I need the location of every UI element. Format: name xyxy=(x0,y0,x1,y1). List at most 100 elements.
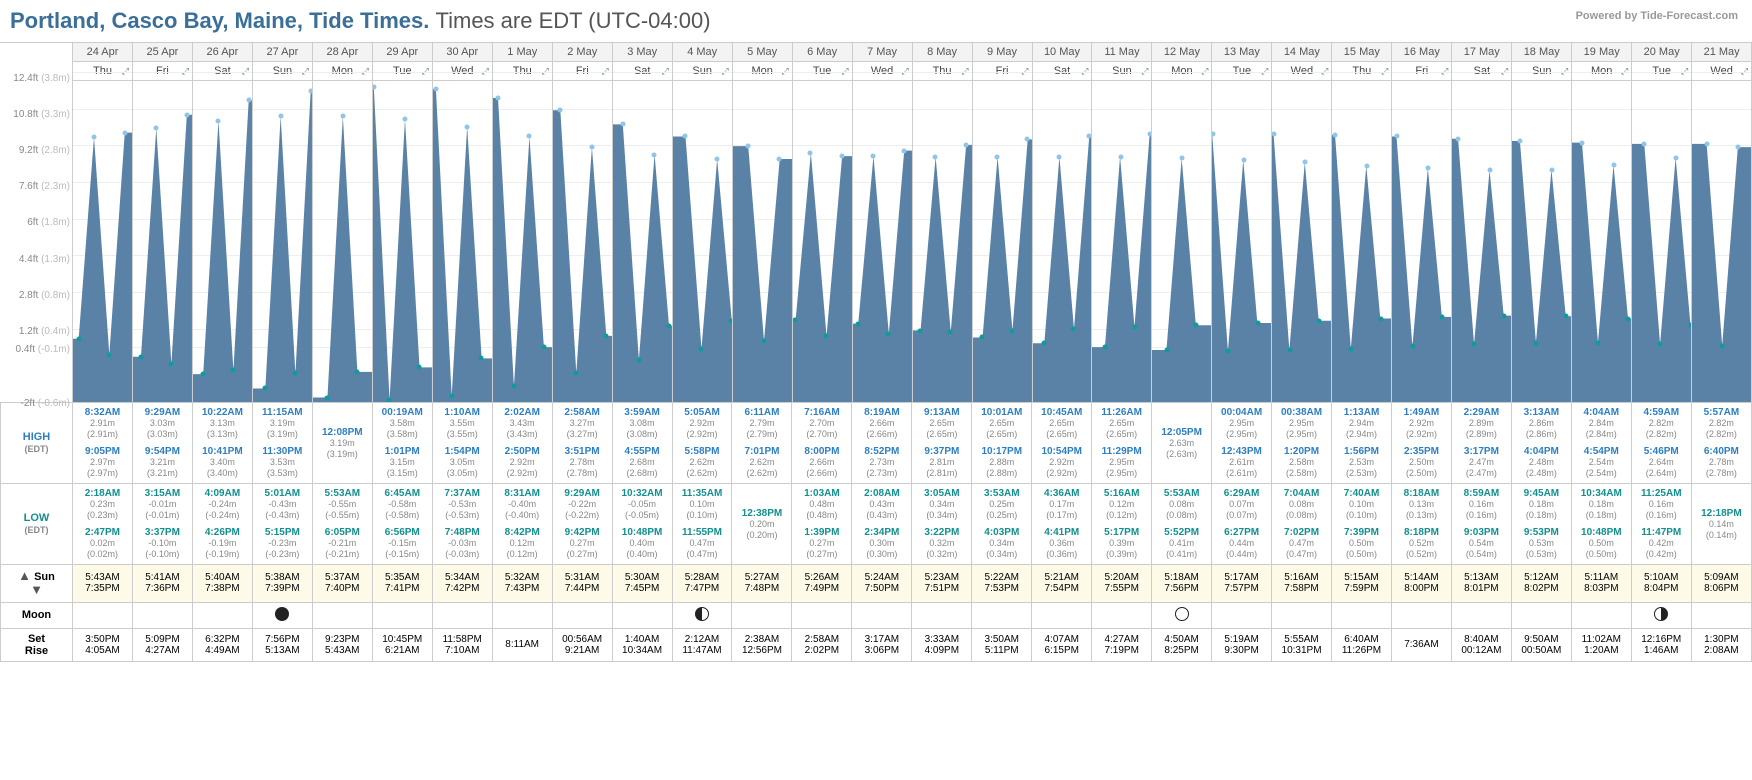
low-tide-dot xyxy=(948,330,953,335)
y-tick: 12.4ft (3.8m) xyxy=(13,73,70,84)
day-column[interactable]: 21 MayWed⤢ xyxy=(1691,43,1752,402)
y-tick: 7.6ft (2.3m) xyxy=(19,181,70,192)
sun-cell: 5:21AM7:54PM xyxy=(1032,565,1092,603)
tide-plot xyxy=(1392,81,1451,402)
day-column[interactable]: 4 MaySun⤢ xyxy=(672,43,732,402)
high-cell: 8:32AM2.91m(2.91m)9:05PM2.97m(2.97m) xyxy=(73,403,133,484)
high-tide-dot xyxy=(184,112,189,117)
day-column[interactable]: 17 MaySat⤢ xyxy=(1451,43,1511,402)
day-column[interactable]: 26 AprSat⤢ xyxy=(192,43,252,402)
moon-phase-cell xyxy=(552,602,612,628)
day-date: 21 May xyxy=(1692,43,1751,62)
day-column[interactable]: 6 MayTue⤢ xyxy=(792,43,852,402)
high-tide-dot xyxy=(464,124,469,129)
tide-plot xyxy=(793,81,852,402)
day-column[interactable]: 8 MayThu⤢ xyxy=(912,43,972,402)
day-column[interactable]: 2 MayFri⤢ xyxy=(552,43,612,402)
tide-plot xyxy=(433,81,492,402)
tide-plot xyxy=(1033,81,1092,402)
day-column[interactable]: 14 MayWed⤢ xyxy=(1271,43,1331,402)
moon-setrise-cell: 7:36AM xyxy=(1391,628,1451,661)
low-tide-dot xyxy=(1472,342,1477,347)
high-tide-dot xyxy=(1704,142,1709,147)
moon-phase-cell xyxy=(1152,602,1212,628)
high-cell: 10:22AM3.13m(3.13m)10:41PM3.40m(3.40m) xyxy=(192,403,252,484)
tide-plot xyxy=(733,81,792,402)
day-column[interactable]: 12 MayMon⤢ xyxy=(1151,43,1211,402)
row-label: SetRise xyxy=(1,628,73,661)
day-column[interactable]: 20 MayTue⤢ xyxy=(1631,43,1691,402)
moon-setrise-cell: 1:30PM2:08AM xyxy=(1691,628,1751,661)
day-column[interactable]: 13 MayTue⤢ xyxy=(1211,43,1271,402)
tide-plot xyxy=(613,81,672,402)
day-column[interactable]: 5 MayMon⤢ xyxy=(732,43,792,402)
day-column[interactable]: 15 MayThu⤢ xyxy=(1331,43,1391,402)
tide-chart: 12.4ft (3.8m)10.8ft (3.3m)9.2ft (2.8m)7.… xyxy=(0,42,1752,402)
low-tide-dot xyxy=(793,318,798,323)
high-cell: 5:05AM2.92m(2.92m)5:58PM2.62m(2.62m) xyxy=(672,403,732,484)
low-tide-dot xyxy=(169,361,174,366)
day-column[interactable]: 18 MaySun⤢ xyxy=(1511,43,1571,402)
moon-phase-cell xyxy=(312,602,372,628)
moon-phase-cell xyxy=(1212,602,1272,628)
low-cell: 6:45AM-0.58m(-0.58m)6:56PM-0.15m(-0.15m) xyxy=(372,484,432,565)
y-tick: -2ft (-0.6m) xyxy=(21,398,70,409)
day-column[interactable]: 11 MaySun⤢ xyxy=(1091,43,1151,402)
low-cell: 4:36AM0.17m(0.17m)4:41PM0.36m(0.36m) xyxy=(1032,484,1092,565)
high-tide-dot xyxy=(1673,155,1678,160)
day-date: 27 Apr xyxy=(253,43,312,62)
moon-setrise-cell: 2:12AM11:47AM xyxy=(672,628,732,661)
high-cell: 3:59AM3.08m(3.08m)4:55PM2.68m(2.68m) xyxy=(612,403,672,484)
day-date: 7 May xyxy=(853,43,912,62)
low-tide-dot xyxy=(263,386,268,391)
day-date: 20 May xyxy=(1632,43,1691,62)
day-column[interactable]: 28 AprMon⤢ xyxy=(312,43,372,402)
low-cell: 11:25AM0.16m(0.16m)11:47PM0.42m(0.42m) xyxy=(1631,484,1691,565)
moon-setrise-cell: 6:32PM4:49AM xyxy=(192,628,252,661)
day-column[interactable]: 3 MaySat⤢ xyxy=(612,43,672,402)
tide-plot xyxy=(73,81,132,402)
high-cell: 7:16AM2.70m(2.70m)8:00PM2.66m(2.66m) xyxy=(792,403,852,484)
high-cell: 1:13AM2.94m(2.94m)1:56PM2.53m(2.53m) xyxy=(1332,403,1392,484)
low-tide-dot xyxy=(138,354,143,359)
day-date: 12 May xyxy=(1152,43,1211,62)
day-date: 9 May xyxy=(973,43,1032,62)
high-cell: 6:11AM2.79m(2.79m)7:01PM2.62m(2.62m) xyxy=(732,403,792,484)
high-cell: 5:57AM2.82m(2.82m)6:40PM2.78m(2.78m) xyxy=(1691,403,1751,484)
low-cell: 3:05AM0.34m(0.34m)3:22PM0.32m(0.32m) xyxy=(912,484,972,565)
low-cell: 4:09AM-0.24m(-0.24m)4:26PM-0.19m(-0.19m) xyxy=(192,484,252,565)
high-cell: 2:58AM3.27m(3.27m)3:51PM2.78m(2.78m) xyxy=(552,403,612,484)
high-tide-dot xyxy=(620,122,625,127)
low-cell: 8:31AM-0.40m(-0.40m)8:42PM0.12m(0.12m) xyxy=(492,484,552,565)
day-column[interactable]: 10 MaySat⤢ xyxy=(1032,43,1092,402)
tide-plot xyxy=(1332,81,1391,402)
tide-plot xyxy=(1092,81,1151,402)
day-column[interactable]: 24 AprThu⤢ xyxy=(72,43,132,402)
day-column[interactable]: 7 MayWed⤢ xyxy=(852,43,912,402)
day-date: 30 Apr xyxy=(433,43,492,62)
y-tick: 6ft (1.8m) xyxy=(27,217,70,228)
moon-phase-cell xyxy=(372,602,432,628)
sun-cell: 5:32AM7:43PM xyxy=(492,565,552,603)
day-column[interactable]: 27 AprSun⤢ xyxy=(252,43,312,402)
day-column[interactable]: 1 MayThu⤢ xyxy=(492,43,552,402)
sun-cell: 5:26AM7:49PM xyxy=(792,565,852,603)
sun-cell: 5:20AM7:55PM xyxy=(1092,565,1152,603)
sun-cell: 5:14AM8:00PM xyxy=(1391,565,1451,603)
high-cell: 12:05PM2.63m(2.63m) xyxy=(1152,403,1212,484)
day-column[interactable]: 30 AprWed⤢ xyxy=(432,43,492,402)
low-cell: 5:53AM-0.55m(-0.55m)6:05PM-0.21m(-0.21m) xyxy=(312,484,372,565)
day-date: 3 May xyxy=(613,43,672,62)
day-column[interactable]: 25 AprFri⤢ xyxy=(132,43,192,402)
moon-phase-cell xyxy=(1451,602,1511,628)
moon-phase-cell xyxy=(252,602,312,628)
low-tide-dot xyxy=(699,346,704,351)
high-tide-dot xyxy=(1518,138,1523,143)
y-tick: 10.8ft (3.3m) xyxy=(13,109,70,120)
day-column[interactable]: 16 MayFri⤢ xyxy=(1391,43,1451,402)
day-column[interactable]: 29 AprTue⤢ xyxy=(372,43,432,402)
sun-cell: 5:27AM7:48PM xyxy=(732,565,792,603)
tide-plot xyxy=(1692,81,1751,402)
day-column[interactable]: 19 MayMon⤢ xyxy=(1571,43,1631,402)
day-column[interactable]: 9 MayFri⤢ xyxy=(972,43,1032,402)
